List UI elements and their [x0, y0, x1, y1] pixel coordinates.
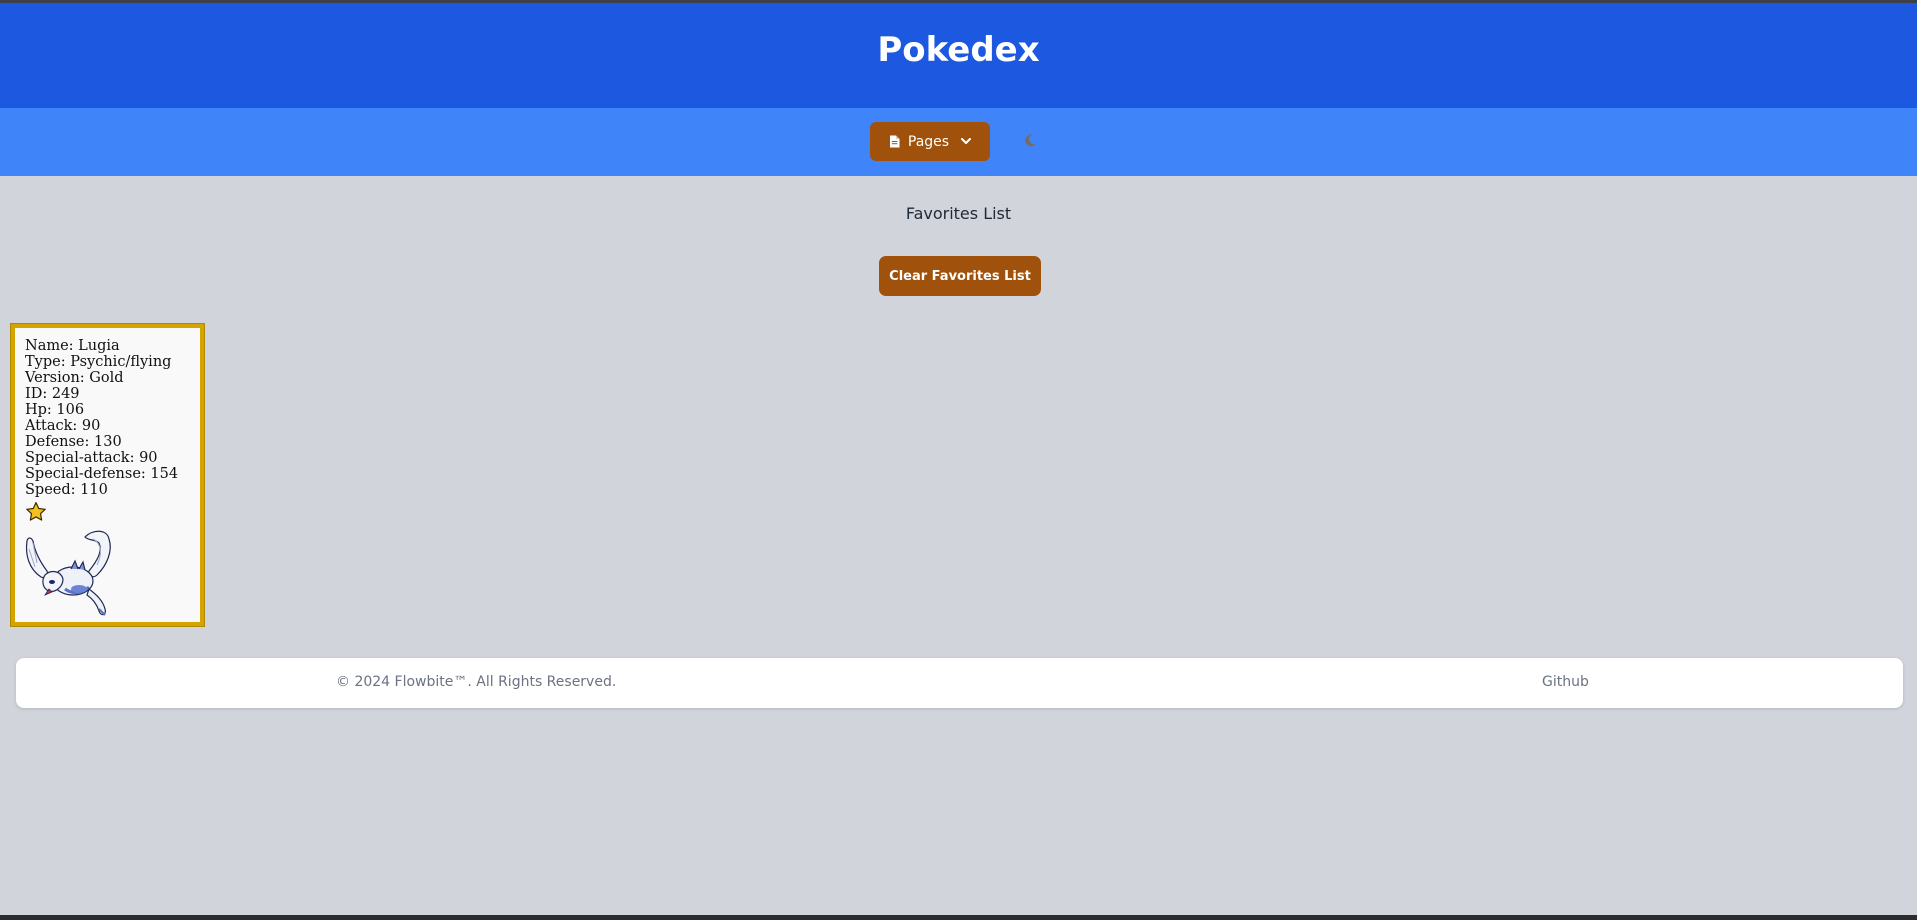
pokemon-defense: Defense: 130: [25, 434, 122, 450]
chevron-down-icon: [961, 138, 972, 145]
pokemon-hp: Hp: 106: [25, 402, 85, 418]
dark-mode-toggle[interactable]: [1020, 132, 1040, 152]
window-bottom-border: [0, 915, 1917, 920]
star-icon[interactable]: [25, 501, 47, 523]
pokemon-name: Name: Lugia: [25, 338, 120, 354]
favorites-list-heading: Favorites List: [905, 204, 1012, 223]
moon-icon: [1022, 132, 1038, 152]
pokemon-type: Type: Psychic/flying: [25, 354, 172, 370]
pokemon-special-attack: Special-attack: 90: [25, 450, 158, 466]
footer-copyright: © 2024 Flowbite™. All Rights Reserved.: [336, 674, 617, 690]
pokemon-speed: Speed: 110: [25, 482, 108, 498]
pokemon-sprite: [23, 529, 123, 619]
site-title: Pokedex: [877, 29, 1040, 70]
clear-favorites-button[interactable]: Clear Favorites List: [879, 256, 1041, 296]
pokemon-special-defense: Special-defense: 154: [25, 466, 179, 482]
pokemon-attack: Attack: 90: [25, 418, 101, 434]
navbar: Pages: [0, 108, 1917, 176]
document-icon: [889, 135, 900, 148]
site-header: Pokedex: [0, 3, 1917, 108]
site-footer: © 2024 Flowbite™. All Rights Reserved. G…: [16, 658, 1903, 708]
pokemon-version: Version: Gold: [25, 370, 124, 386]
pokemon-id: ID: 249: [25, 386, 80, 402]
pages-dropdown-label: Pages: [907, 133, 950, 150]
github-link[interactable]: Github: [1542, 674, 1589, 690]
pokemon-card: Name: Lugia Type: Psychic/flying Version…: [10, 323, 205, 627]
pages-dropdown-button[interactable]: Pages: [870, 122, 990, 161]
